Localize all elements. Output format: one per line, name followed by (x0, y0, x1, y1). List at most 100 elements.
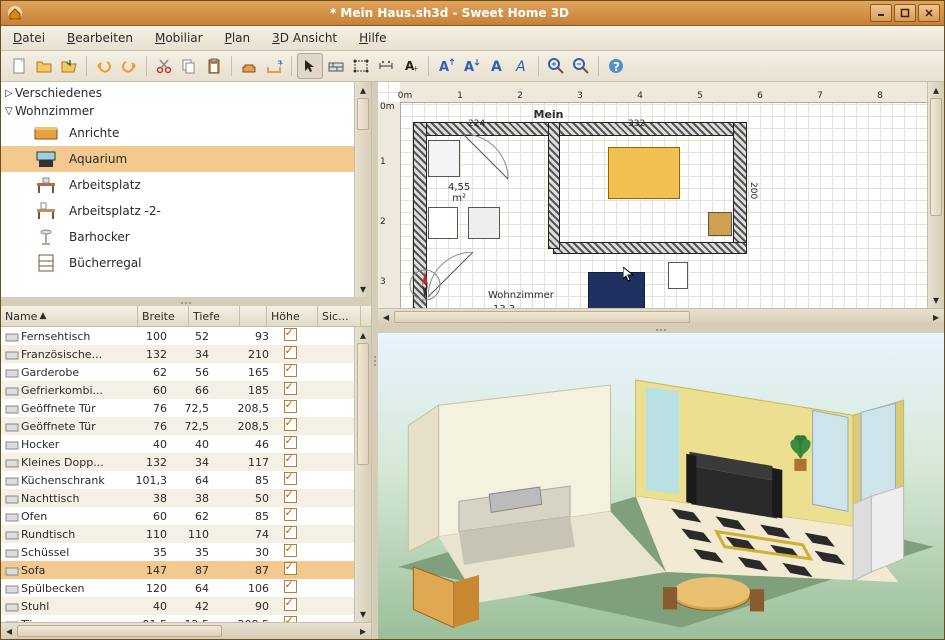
catalog-item-anrichte[interactable]: Anrichte (1, 120, 354, 146)
table-row[interactable]: Schüssel353530 (1, 543, 354, 561)
scroll-right-icon[interactable]: ▸ (355, 623, 371, 639)
plan-furniture[interactable] (708, 212, 732, 236)
header-tiefe[interactable]: Tiefe (189, 306, 240, 326)
save-file-icon[interactable] (57, 54, 81, 78)
table-row[interactable]: Garderobe6256165 (1, 363, 354, 381)
plan-furniture[interactable] (428, 207, 458, 239)
compass-icon[interactable] (408, 268, 442, 302)
cell-visible[interactable] (273, 490, 307, 506)
table-row[interactable]: Stuhl404290 (1, 597, 354, 615)
table-row[interactable]: Geöffnete Tür7672,5208,5 (1, 399, 354, 417)
menu-datei[interactable]: Datei (9, 29, 49, 47)
plan-vscrollbar[interactable]: ▴ ▾ (927, 82, 944, 308)
3d-canvas[interactable] (378, 333, 944, 639)
catalog-item-arbeitsplatz2[interactable]: Arbeitsplatz -2- (1, 198, 354, 224)
plan-canvas[interactable]: 0m 1 2 3 4 5 6 7 8 0m 1 (378, 82, 927, 308)
menu-bearbeiten[interactable]: Bearbeiten (63, 29, 137, 47)
cell-visible[interactable] (273, 508, 307, 524)
zoom-in-icon[interactable] (544, 54, 568, 78)
plan-furniture[interactable] (468, 207, 500, 239)
scroll-thumb[interactable] (357, 98, 369, 130)
plan-furniture[interactable] (668, 262, 688, 289)
menu-plan[interactable]: Plan (221, 29, 255, 47)
open-file-icon[interactable] (32, 54, 56, 78)
cell-visible[interactable] (273, 418, 307, 434)
scroll-right-icon[interactable]: ▸ (928, 309, 944, 325)
table-row[interactable]: Gefrierkombi...6066185 (1, 381, 354, 399)
menu-mobiliar[interactable]: Mobiliar (151, 29, 207, 47)
copy-icon[interactable] (177, 54, 201, 78)
catalog-item-aquarium[interactable]: Aquarium (1, 146, 354, 172)
table-row[interactable]: Französische...13234210 (1, 345, 354, 363)
table-scrollbar[interactable]: ▴ ▾ (354, 327, 371, 622)
scroll-down-icon[interactable]: ▾ (355, 281, 371, 297)
scroll-thumb[interactable] (17, 625, 222, 637)
header-sichtbar[interactable]: Sic... (318, 306, 361, 326)
cell-visible[interactable] (273, 544, 307, 560)
import-furniture-icon[interactable]: + (262, 54, 286, 78)
catalog-scrollbar[interactable]: ▴ ▾ (354, 82, 371, 297)
table-row[interactable]: Geöffnete Tür7672,5208,5 (1, 417, 354, 435)
table-row[interactable]: Kleines Dopp...13234117 (1, 453, 354, 471)
add-furniture-icon[interactable] (237, 54, 261, 78)
cell-visible[interactable] (273, 382, 307, 398)
paste-icon[interactable] (202, 54, 226, 78)
plan-furniture[interactable] (428, 140, 460, 177)
table-row[interactable]: Sofa1478787 (1, 561, 354, 579)
cell-visible[interactable] (273, 328, 307, 344)
cell-visible[interactable] (273, 346, 307, 362)
header-name[interactable]: Name▲ (1, 306, 138, 326)
cut-icon[interactable] (152, 54, 176, 78)
table-row[interactable]: Tür91,512,5208,5 (1, 615, 354, 622)
text-bigger-icon[interactable]: A (434, 54, 458, 78)
close-button[interactable] (918, 4, 940, 22)
menu-hilfe[interactable]: Hilfe (355, 29, 390, 47)
minimize-button[interactable] (870, 4, 892, 22)
table-hscrollbar[interactable]: ◂ ▸ (1, 622, 371, 639)
redo-icon[interactable] (117, 54, 141, 78)
scroll-left-icon[interactable]: ◂ (1, 623, 17, 639)
scroll-down-icon[interactable]: ▾ (928, 292, 944, 308)
scroll-thumb[interactable] (394, 311, 690, 323)
undo-icon[interactable] (92, 54, 116, 78)
cell-visible[interactable] (273, 526, 307, 542)
catalog-group-wohnzimmer[interactable]: ▽Wohnzimmer (1, 102, 354, 120)
help-icon[interactable]: ? (604, 54, 628, 78)
table-row[interactable]: Fernsehtisch1005293 (1, 327, 354, 345)
text-bold-icon[interactable]: A (484, 54, 508, 78)
scroll-left-icon[interactable]: ◂ (378, 309, 394, 325)
scroll-up-icon[interactable]: ▴ (928, 82, 944, 98)
table-body[interactable]: Fernsehtisch1005293Französische...132342… (1, 327, 354, 622)
cell-visible[interactable] (273, 598, 307, 614)
plan-hscrollbar[interactable]: ◂ ▸ (378, 308, 944, 325)
table-row[interactable]: Hocker404046 (1, 435, 354, 453)
scroll-thumb[interactable] (930, 98, 942, 216)
cell-visible[interactable] (273, 400, 307, 416)
select-tool-icon[interactable] (297, 53, 323, 79)
menu-3d-ansicht[interactable]: 3D Ansicht (268, 29, 341, 47)
catalog-group-verschiedenes[interactable]: ▷Verschiedenes (1, 84, 354, 102)
table-row[interactable]: Nachttisch383850 (1, 489, 354, 507)
table-row[interactable]: Spülbecken12064106 (1, 579, 354, 597)
table-row[interactable]: Küchenschrank101,36485 (1, 471, 354, 489)
scroll-thumb[interactable] (357, 343, 369, 465)
scroll-up-icon[interactable]: ▴ (355, 82, 371, 98)
plan-furniture-bed[interactable] (608, 147, 680, 199)
cell-visible[interactable] (273, 580, 307, 596)
header-breite[interactable]: Breite (138, 306, 189, 326)
text-italic-icon[interactable]: A (509, 54, 533, 78)
cell-visible[interactable] (273, 364, 307, 380)
catalog-item-arbeitsplatz[interactable]: Arbeitsplatz (1, 172, 354, 198)
create-dimensions-icon[interactable] (374, 54, 398, 78)
zoom-out-icon[interactable] (569, 54, 593, 78)
scroll-down-icon[interactable]: ▾ (355, 606, 371, 622)
create-walls-icon[interactable] (324, 54, 348, 78)
cell-visible[interactable] (273, 436, 307, 452)
create-room-icon[interactable] (349, 54, 373, 78)
create-text-icon[interactable]: A+ (399, 54, 423, 78)
scroll-up-icon[interactable]: ▴ (355, 327, 371, 343)
cell-visible[interactable] (273, 472, 307, 488)
new-file-icon[interactable] (7, 54, 31, 78)
table-row[interactable]: Rundtisch11011074 (1, 525, 354, 543)
cell-visible[interactable] (273, 454, 307, 470)
